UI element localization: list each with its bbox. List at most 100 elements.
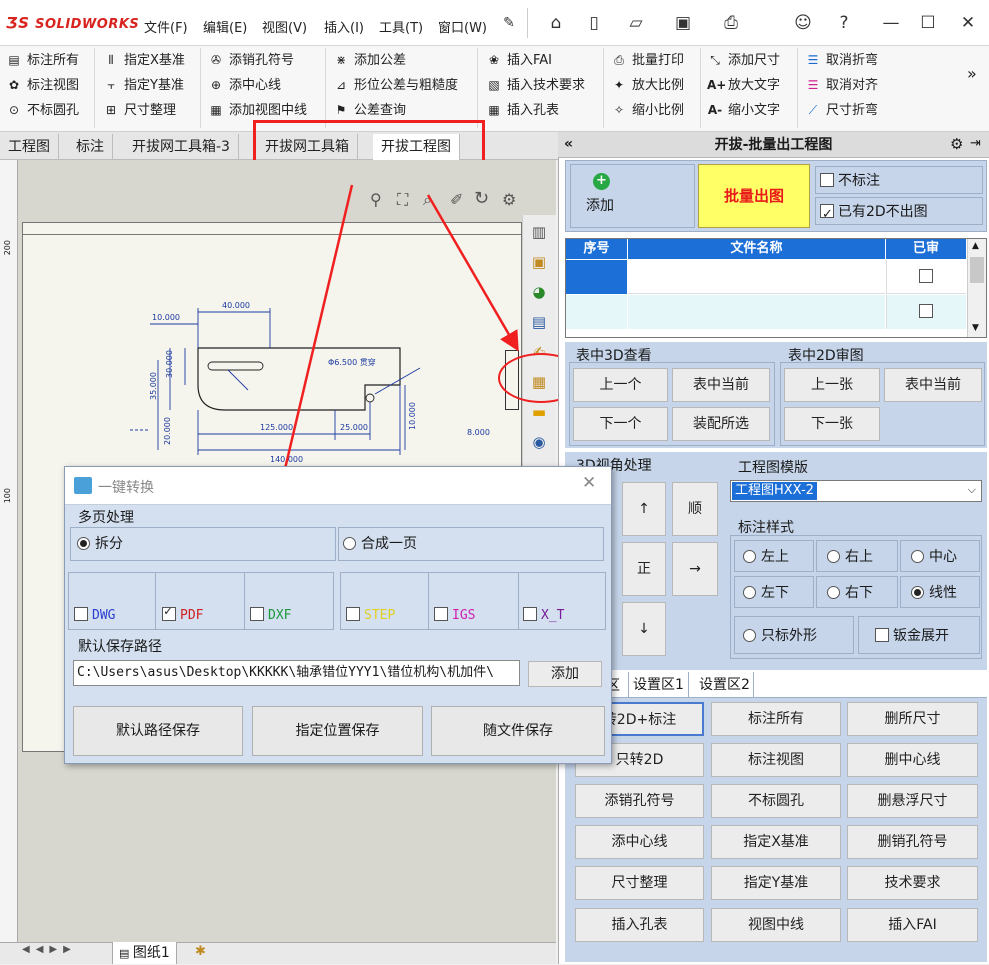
- tab-drawing[interactable]: 工程图: [0, 134, 59, 160]
- rotate-down-button[interactable]: ↓: [622, 602, 666, 656]
- menu-window[interactable]: 窗口(W): [438, 17, 487, 36]
- format-xt-checkbox[interactable]: X_T: [523, 607, 564, 623]
- pin-icon[interactable]: ⇥: [970, 136, 981, 151]
- assembly-selected-button[interactable]: 装配所选: [672, 407, 770, 441]
- table-row[interactable]: [628, 260, 885, 294]
- outline-only-radio[interactable]: 只标外形: [734, 616, 854, 654]
- ribbon-y-datum[interactable]: ⫟ 指定Y基准: [103, 73, 184, 97]
- style-bottom-right-radio[interactable]: 右下: [816, 576, 898, 608]
- merge-radio[interactable]: 合成一页: [338, 527, 604, 561]
- scroll-thumb[interactable]: [970, 257, 984, 283]
- maximize-icon[interactable]: ☐: [917, 12, 939, 34]
- open-folder-icon[interactable]: ▱: [625, 12, 647, 34]
- help-icon[interactable]: ?: [833, 12, 855, 34]
- ribbon-insert-hole-table[interactable]: ▦ 插入孔表: [486, 98, 559, 122]
- ribbon-shrink-text[interactable]: A- 缩小文字: [707, 98, 780, 122]
- ribbon-add-dimension[interactable]: ⤡ 添加尺寸: [707, 48, 780, 72]
- pin-icon[interactable]: ✎: [498, 12, 520, 34]
- table-row[interactable]: [566, 295, 627, 329]
- grid-btn-r2-c1[interactable]: 不标圆孔: [711, 784, 841, 818]
- minimize-icon[interactable]: —: [880, 12, 902, 34]
- template-select[interactable]: 工程图HXX-2 ⌵: [730, 480, 982, 502]
- format-dwg-checkbox[interactable]: DWG: [74, 607, 115, 623]
- collapse-icon[interactable]: «: [564, 136, 573, 152]
- tab-annotate[interactable]: 标注: [68, 134, 113, 160]
- grid-btn-r5-c1[interactable]: 视图中线: [711, 908, 841, 942]
- ribbon-gdt-roughness[interactable]: ⊿ 形位公差与粗糙度: [333, 73, 458, 97]
- reviewed-checkbox[interactable]: [919, 304, 933, 318]
- style-center-radio[interactable]: 中心: [900, 540, 980, 572]
- format-step-checkbox[interactable]: STEP: [346, 607, 395, 623]
- user-icon[interactable]: ☺: [792, 12, 814, 34]
- col-header-reviewed[interactable]: 已审: [886, 239, 966, 259]
- ribbon-annotate-all[interactable]: ▤ 标注所有: [6, 48, 79, 72]
- table-row[interactable]: [886, 260, 966, 294]
- chevron-up-icon[interactable]: ▲: [972, 241, 979, 251]
- ribbon-tolerance-lookup[interactable]: ⚑ 公差查询: [333, 98, 406, 122]
- grid-btn-r3-c1[interactable]: 指定X基准: [711, 825, 841, 859]
- radio[interactable]: [911, 550, 924, 563]
- save-default-path-button[interactable]: 默认路径保存: [73, 706, 243, 756]
- current-3d-button[interactable]: 表中当前: [672, 368, 770, 402]
- print-icon[interactable]: ⎙: [720, 12, 742, 34]
- skip-existing-2d-checkbox[interactable]: 已有2D不出图: [815, 197, 983, 229]
- checkbox[interactable]: [820, 201, 834, 229]
- tab-toolbox-3[interactable]: 开拔网工具箱-3: [124, 134, 239, 160]
- sheet-tab-1[interactable]: ▤ 图纸1: [112, 942, 177, 964]
- ribbon-add-centerline[interactable]: ⊕ 添中心线: [208, 73, 281, 97]
- prev-sheet-button[interactable]: 上一张: [784, 368, 880, 402]
- sheetmetal-checkbox[interactable]: 钣金展开: [858, 616, 980, 654]
- radio[interactable]: [743, 586, 756, 599]
- next-3d-button[interactable]: 下一个: [573, 407, 668, 441]
- ribbon-add-view-centerline[interactable]: ▦ 添加视图中线: [208, 98, 307, 122]
- checkbox[interactable]: [346, 607, 360, 621]
- radio[interactable]: [743, 629, 756, 642]
- grid-btn-r4-c2[interactable]: 技术要求: [847, 866, 978, 900]
- radio[interactable]: [77, 537, 90, 550]
- grid-btn-r1-c1[interactable]: 标注视图: [711, 743, 841, 777]
- checkbox[interactable]: [875, 628, 889, 642]
- ribbon-scale-up[interactable]: ✦ 放大比例: [611, 73, 684, 97]
- style-linear-radio[interactable]: 线性: [900, 576, 980, 608]
- new-file-icon[interactable]: ▯: [583, 12, 605, 34]
- ribbon-batch-print[interactable]: ⎙ 批量打印: [611, 48, 684, 72]
- checkbox[interactable]: [523, 607, 537, 621]
- tab-settings-2[interactable]: 设置区2: [696, 672, 754, 698]
- format-dxf-checkbox[interactable]: DXF: [250, 607, 291, 623]
- col-header-index[interactable]: 序号: [566, 239, 627, 259]
- menu-edit[interactable]: 编辑(E): [203, 17, 247, 36]
- ribbon-x-datum[interactable]: ⫴ 指定X基准: [103, 48, 184, 72]
- grid-btn-r5-c0[interactable]: 插入孔表: [575, 908, 704, 942]
- sheet-nav-icons[interactable]: ◀◀▶▶: [22, 944, 110, 962]
- ribbon-expand-icon[interactable]: »: [967, 64, 977, 83]
- ribbon-add-tolerance[interactable]: ⋇ 添加公差: [333, 48, 406, 72]
- split-radio[interactable]: 拆分: [70, 527, 336, 561]
- col-header-filename[interactable]: 文件名称: [628, 239, 885, 259]
- save-icon[interactable]: ▣: [672, 12, 694, 34]
- radio[interactable]: [743, 550, 756, 563]
- close-icon[interactable]: ✕: [957, 12, 979, 34]
- grid-btn-r5-c2[interactable]: 插入FAI: [847, 908, 978, 942]
- save-path-input[interactable]: C:\Users\asus\Desktop\KKKKK\轴承错位YYY1\错位机…: [73, 660, 520, 686]
- batch-output-button[interactable]: 批量出图: [698, 164, 810, 228]
- prev-3d-button[interactable]: 上一个: [573, 368, 668, 402]
- gear-icon[interactable]: ⚙: [950, 135, 963, 153]
- table-row[interactable]: [628, 295, 885, 329]
- rotate-right-button[interactable]: →: [672, 542, 718, 596]
- ribbon-insert-tech-req[interactable]: ▧ 插入技术要求: [486, 73, 585, 97]
- checkbox[interactable]: [250, 607, 264, 621]
- checkbox[interactable]: [74, 607, 88, 621]
- rotate-up-button[interactable]: ↑: [622, 482, 666, 536]
- table-row[interactable]: [886, 295, 966, 329]
- reviewed-checkbox[interactable]: [919, 269, 933, 283]
- checkbox[interactable]: [434, 607, 448, 621]
- ribbon-enlarge-text[interactable]: A+ 放大文字: [707, 73, 780, 97]
- save-with-file-button[interactable]: 随文件保存: [431, 706, 605, 756]
- table-row[interactable]: [566, 260, 627, 294]
- front-view-button[interactable]: 正: [622, 542, 666, 596]
- ribbon-cancel-jog[interactable]: ☰ 取消折弯: [805, 48, 878, 72]
- ribbon-add-pin-symbol[interactable]: ✇ 添销孔符号: [208, 48, 294, 72]
- grid-btn-r2-c0[interactable]: 添销孔符号: [575, 784, 704, 818]
- rotate-cw-button[interactable]: 顺: [672, 482, 718, 536]
- add-button[interactable]: + 添加: [570, 164, 695, 228]
